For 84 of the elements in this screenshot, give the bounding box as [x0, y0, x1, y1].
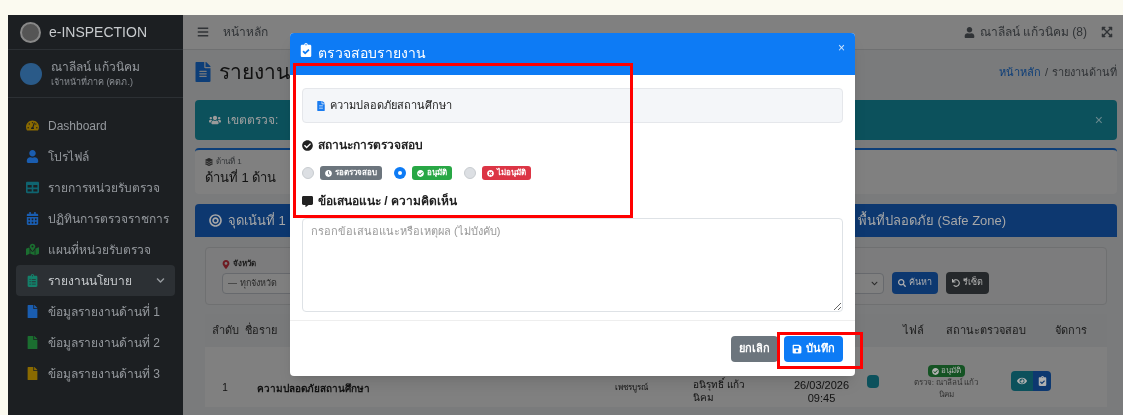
save-icon — [792, 343, 802, 354]
sidebar-item[interactable]: ข้อมูลรายงานด้านที่ 2 — [16, 327, 175, 358]
user-name: ณาลีลน์ แก้วนิคม — [51, 58, 141, 76]
sidebar-item[interactable]: รายการหน่วยรับตรวจ — [16, 172, 175, 203]
column-header: จัดการ — [1054, 323, 1088, 339]
menu-label: รายงานนโยบาย — [48, 272, 132, 290]
menu-icon[interactable] — [197, 26, 209, 38]
focus-title: จุดเน้นที่ 1 — [228, 211, 286, 231]
menu-label: ข้อมูลรายงานด้านที่ 1 — [48, 302, 160, 321]
focus-subtitle: พื้นที่ปลอดภัย (Safe Zone) — [857, 210, 1007, 230]
clipboard-icon — [300, 43, 312, 57]
fullscreen-icon[interactable] — [1101, 26, 1113, 38]
radio-button[interactable] — [302, 167, 314, 179]
status-label: สถานะการตรวจสอบ — [318, 137, 423, 154]
chevron-icon — [871, 280, 878, 287]
file-icon[interactable] — [867, 375, 879, 388]
avatar-icon — [20, 62, 42, 85]
report-name: ความปลอดภัยสถานศึกษา — [330, 98, 452, 114]
sidebar-item[interactable]: ข้อมูลรายงานด้านที่ 1 — [16, 296, 175, 327]
radio-button[interactable] — [394, 167, 406, 179]
sidebar-item[interactable]: โปรไฟล์ — [16, 141, 175, 172]
sidebar-item[interactable]: แผนที่หน่วยรับตรวจ — [16, 234, 175, 265]
table-cell-text: เพชรบูรณ์ — [615, 382, 649, 394]
sidebar-item[interactable]: ปฏิทินการตรวจราชการ — [16, 203, 175, 234]
page-title: รายงาน — [219, 59, 290, 86]
document-icon — [195, 62, 211, 82]
filter-label: จังหวัด — [233, 258, 256, 270]
logo-icon — [20, 21, 41, 43]
clipboard-icon — [1037, 376, 1047, 386]
breadcrumb-current: รายงานด้านที่ — [1052, 63, 1117, 80]
status-badge: อนุมัติ — [412, 166, 452, 180]
aspect-label: ด้านที่ 1 — [216, 156, 242, 169]
save-button[interactable]: บันทึก — [784, 335, 843, 362]
menu-label: แผนที่หน่วยรับตรวจ — [48, 240, 151, 259]
sidebar-item[interactable]: ข้อมูลรายงานด้านที่ 3 — [16, 358, 175, 389]
sidebar-item[interactable]: รายงานนโยบาย — [16, 265, 175, 296]
check-icon — [302, 139, 313, 151]
target-icon — [209, 214, 222, 227]
alert-text: เขตตรวจ: — [227, 112, 279, 129]
cancel-button[interactable]: ยกเลิก — [731, 335, 778, 362]
pin-icon — [222, 259, 230, 269]
search-button[interactable]: ค้นหา — [892, 272, 938, 294]
menu-label: รายการหน่วยรับตรวจ — [48, 179, 160, 197]
breadcrumb-separator: / — [1044, 64, 1048, 80]
column-header: ชื่อราย — [245, 322, 278, 339]
checker-text: ตรวจ: ณาลีลน์ แก้ว นิคม — [912, 377, 980, 401]
column-header: ไฟล์ — [901, 323, 925, 339]
brand-name: e-INSPECTION — [49, 22, 147, 42]
table-cell-text: 1 — [221, 381, 229, 395]
time-text: 09:45 — [807, 392, 836, 405]
table-cell-text: ความปลอดภัยสถานศึกษา — [256, 382, 371, 396]
menu-label: ข้อมูลรายงานด้านที่ 3 — [48, 364, 160, 383]
comment-icon — [302, 195, 313, 207]
column-header: ลำดับ — [210, 323, 240, 339]
home-link[interactable]: หน้าหลัก — [223, 23, 268, 41]
layers-icon — [205, 158, 213, 167]
aspect-title: ด้านที่ 1 ด้าน — [205, 168, 277, 188]
menu-label: โปรไฟล์ — [48, 148, 89, 166]
date-text: 26/03/2026 — [793, 379, 850, 392]
user-menu[interactable]: ณาลีลน์ แก้วนิคม (8) — [979, 23, 1087, 41]
reset-button[interactable]: รีเซ็ต — [946, 272, 989, 294]
reset-icon — [952, 279, 960, 287]
dialog-title: ตรวจสอบรายงาน — [318, 44, 426, 63]
document-icon — [317, 100, 325, 111]
menu-label: ปฏิทินการตรวจราชการ — [48, 210, 169, 228]
sidebar-item[interactable]: Dashboard — [16, 110, 175, 141]
user-icon — [963, 26, 975, 38]
status-badge: รอตรวจสอบ — [320, 166, 382, 180]
review-button[interactable] — [1033, 371, 1051, 391]
table-cell-text: อนิรุทธิ์ แก้ว นิคม — [693, 378, 746, 404]
status-badge: ไม่อนุมัติ — [482, 166, 531, 180]
eye-icon — [1017, 376, 1027, 386]
menu-label: Dashboard — [48, 117, 107, 135]
close-button[interactable]: × — [838, 39, 845, 57]
user-role: เจ้าหน้าที่ภาค (คตภ.) — [51, 75, 134, 89]
comment-label: ข้อเสนอแนะ / ความคิดเห็น — [318, 192, 457, 210]
column-header: สถานะตรวจสอบ — [945, 323, 1027, 339]
menu-label: ข้อมูลรายงานด้านที่ 2 — [48, 333, 160, 352]
search-icon — [898, 279, 906, 287]
radio-button[interactable] — [464, 167, 476, 179]
group-icon — [209, 114, 221, 126]
status-badge: อนุมัติ — [927, 365, 965, 377]
comment-field[interactable]: กรอกข้อเสนอแนะหรือเหตุผล (ไม่บังคับ) — [302, 218, 843, 312]
view-button[interactable] — [1011, 371, 1033, 391]
